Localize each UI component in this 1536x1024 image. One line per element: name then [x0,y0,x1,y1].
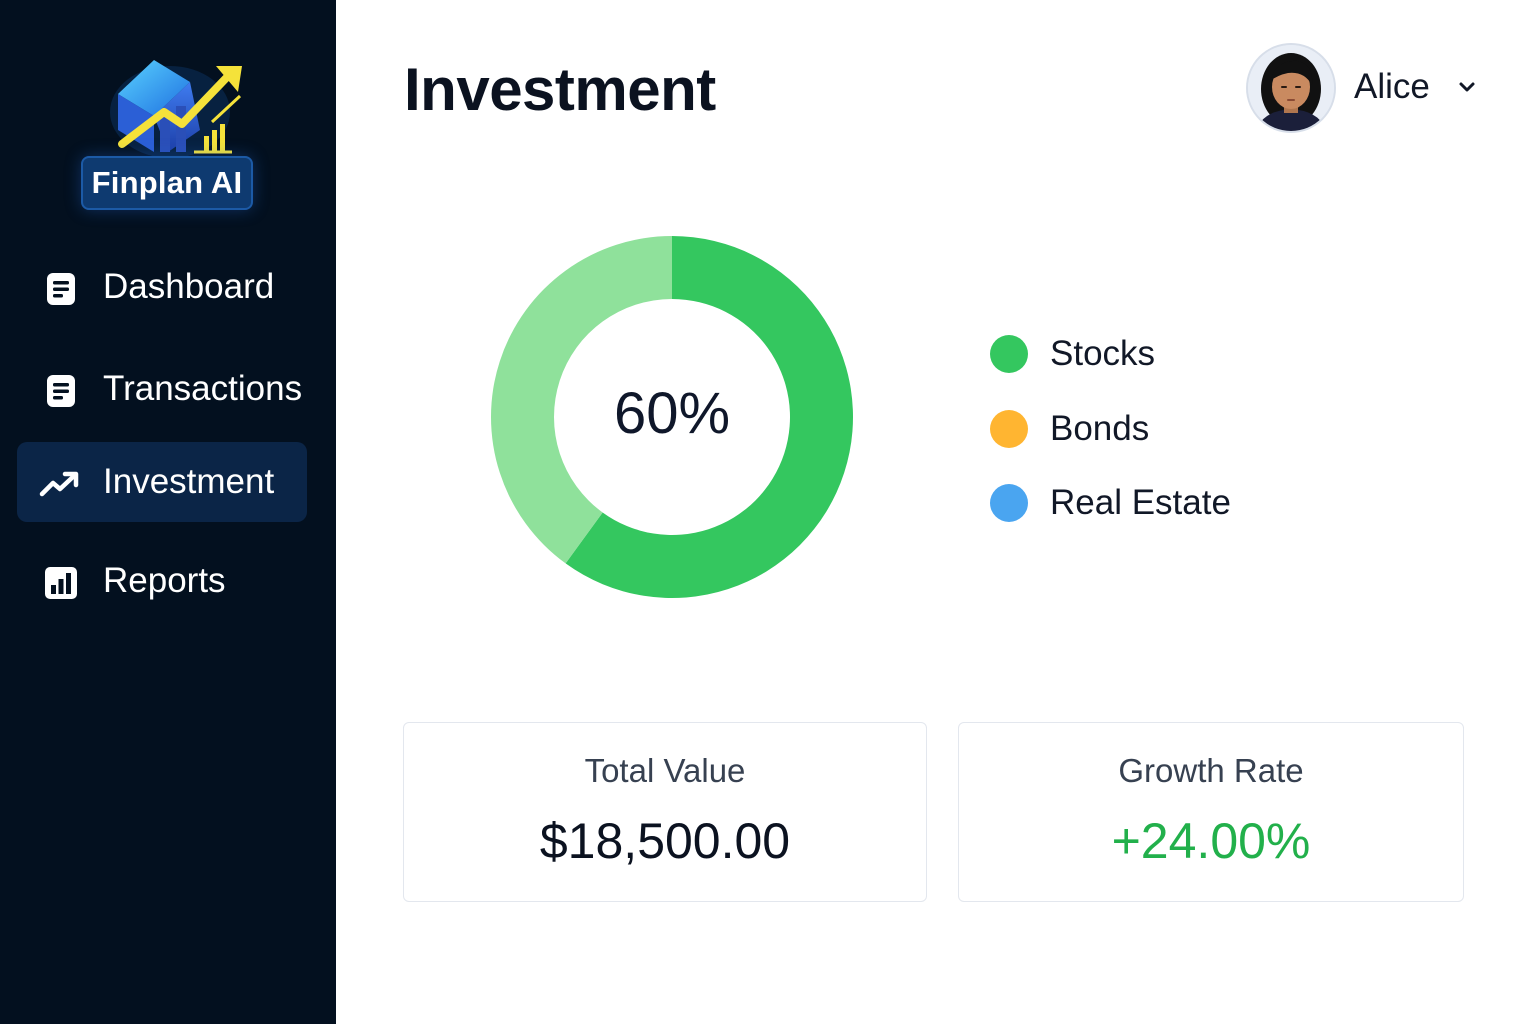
bar-chart-icon [45,567,77,599]
sidebar-item-label: Investment [103,462,275,501]
donut-center-label: 60% [613,381,731,446]
legend-swatch [990,484,1028,522]
legend-label: Stocks [1050,334,1156,373]
document-icon [47,273,75,305]
stat-label: Growth Rate [1118,752,1304,789]
trending-up-icon [39,471,79,497]
sidebar-item-label: Dashboard [103,267,275,306]
page-title: Investment [404,56,716,123]
sidebar-item-label: Transactions [103,369,303,408]
total-value-amount: $18,500.00 [539,813,791,869]
chevron-down-icon[interactable] [1458,80,1476,94]
growth-rate-card: Growth Rate +24.00% [958,722,1464,902]
sidebar-item-reports[interactable]: Reports [17,541,307,621]
sidebar-item-investment[interactable]: Investment [17,442,307,522]
user-menu[interactable]: Alice [1246,44,1486,134]
document-icon [47,375,75,407]
growth-rate-amount: +24.00% [1111,813,1311,869]
legend-label: Real Estate [1050,483,1231,522]
sidebar-item-dashboard[interactable]: Dashboard [17,247,307,327]
sidebar: Finplan AI Dashboard Transactions Invest… [0,0,336,1024]
stat-label: Total Value [584,752,746,789]
legend-swatch [990,335,1028,373]
logo-icon [110,60,242,158]
avatar[interactable] [1248,45,1334,131]
user-name: Alice [1354,67,1430,106]
app-root: Finplan AI Dashboard Transactions Invest… [0,0,1536,1024]
legend-swatch [990,410,1028,448]
sidebar-item-transactions[interactable]: Transactions [17,349,307,429]
brand-name: Finplan AI [81,156,253,210]
brand-logo[interactable]: Finplan AI [80,52,256,212]
sidebar-item-label: Reports [103,561,226,600]
user-avatar-image [1248,45,1334,131]
total-value-card: Total Value $18,500.00 [403,722,927,902]
legend-label: Bonds [1050,409,1150,448]
